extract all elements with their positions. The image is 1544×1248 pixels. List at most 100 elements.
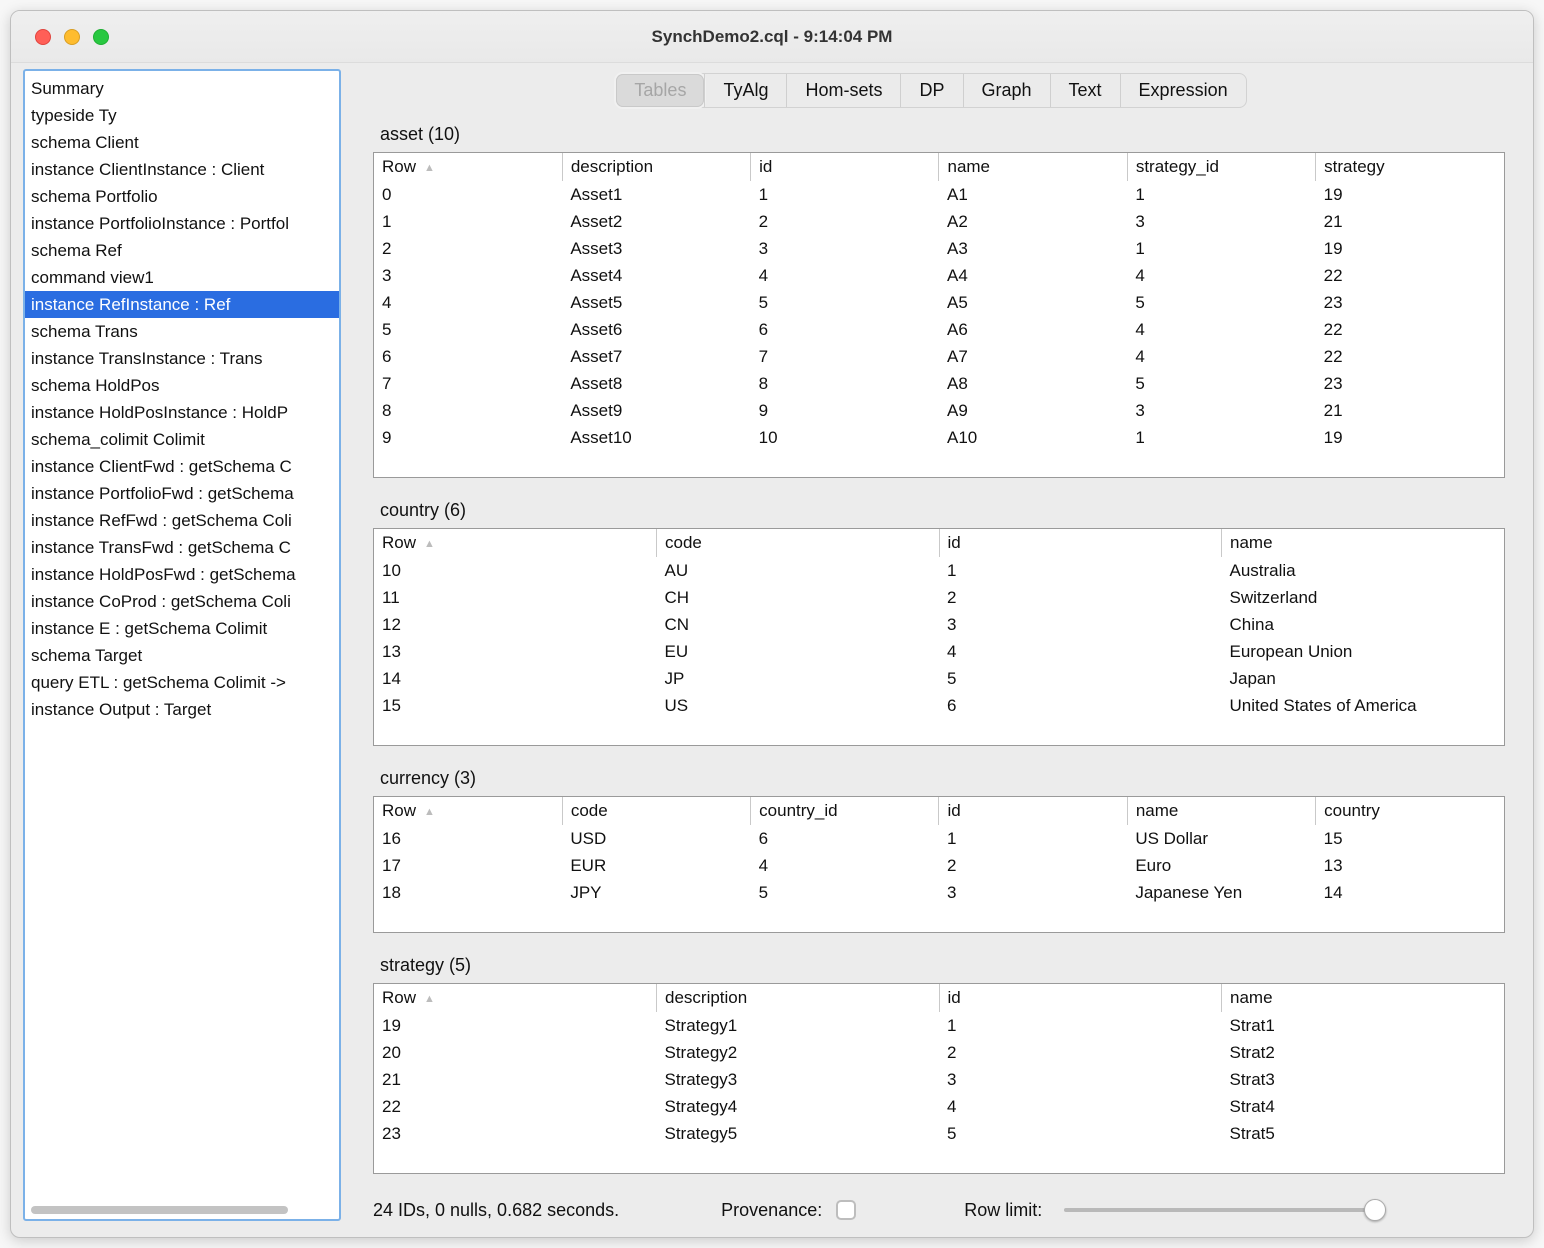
table-cell: 22 [1323, 265, 1343, 285]
table-cell: 8 [758, 373, 769, 393]
column-header[interactable]: country_id [750, 797, 939, 825]
table-cell: Asset7 [570, 346, 623, 366]
sidebar-item[interactable]: instance PortfolioFwd : getSchema [25, 480, 339, 507]
table-row[interactable]: 16 USD 6 1 US Dollar 15 [374, 825, 1504, 852]
column-header[interactable]: Row ▲ [374, 529, 657, 557]
table-cell: 7 [758, 346, 769, 366]
row-limit-slider[interactable] [1064, 1198, 1387, 1222]
column-header[interactable]: strategy_id [1126, 153, 1316, 181]
sidebar-item[interactable]: instance HoldPosFwd : getSchema [25, 561, 339, 588]
sidebar-item-selected[interactable]: instance RefInstance : Ref [25, 291, 339, 318]
tab-graph[interactable]: Graph [962, 74, 1050, 107]
sidebar-item[interactable]: instance ClientInstance : Client [25, 156, 339, 183]
column-header[interactable]: Row ▲ [374, 153, 562, 181]
provenance-checkbox[interactable] [836, 1200, 857, 1220]
table-cell: Strat4 [1229, 1096, 1275, 1116]
column-header[interactable]: country [1315, 797, 1504, 825]
sidebar-item[interactable]: command view1 [25, 264, 339, 291]
slider-thumb[interactable] [1364, 1199, 1387, 1221]
sidebar-item[interactable]: schema Portfolio [25, 183, 339, 210]
table-cell: 3 [1135, 400, 1145, 420]
sidebar-item[interactable]: schema HoldPos [25, 372, 339, 399]
column-header[interactable]: Row ▲ [374, 797, 562, 825]
table-cell: JPY [570, 882, 602, 902]
sidebar-item[interactable]: query ETL : getSchema Colimit -> [25, 669, 339, 696]
sidebar-item[interactable]: instance RefFwd : getSchema Coli [25, 507, 339, 534]
table-row[interactable]: 14 JP 5 Japan [374, 665, 1504, 692]
column-header[interactable]: code [656, 529, 939, 557]
table-row[interactable]: 11 CH 2 Switzerland [374, 584, 1504, 611]
column-header[interactable]: id [938, 529, 1222, 557]
table-row[interactable]: 12 CN 3 China [374, 611, 1504, 638]
table-row[interactable]: 1 Asset2 2 A2 3 21 [374, 208, 1504, 235]
tab-expression[interactable]: Expression [1119, 74, 1246, 107]
table-cell: AU [664, 560, 689, 580]
table-cell: 9 [758, 400, 769, 420]
sidebar-item[interactable]: instance Output : Target [25, 696, 339, 723]
column-header-label: country [1324, 801, 1380, 820]
table-row[interactable]: 22 Strategy4 4 Strat4 [374, 1093, 1504, 1120]
status-summary: 24 IDs, 0 nulls, 0.682 seconds. [373, 1199, 620, 1220]
table-row[interactable]: 0 Asset1 1 A1 1 19 [374, 181, 1504, 208]
table-row[interactable]: 20 Strategy2 2 Strat2 [374, 1039, 1504, 1066]
table-row[interactable]: 19 Strategy1 1 Strat1 [374, 1012, 1504, 1039]
sidebar-item[interactable]: typeside Ty [25, 102, 339, 129]
tab-dp[interactable]: DP [900, 74, 962, 107]
sidebar-item[interactable]: schema Client [25, 129, 339, 156]
column-header[interactable]: id [750, 153, 939, 181]
tab-tyalg[interactable]: TyAlg [704, 74, 786, 107]
column-header[interactable]: name [1126, 797, 1316, 825]
tab-tables[interactable]: Tables [616, 74, 705, 107]
table-row[interactable]: 13 EU 4 European Union [374, 638, 1504, 665]
table-row[interactable]: 5 Asset6 6 A6 4 22 [374, 316, 1504, 343]
tab-text[interactable]: Text [1049, 74, 1120, 107]
zoom-button[interactable] [93, 28, 109, 45]
column-header[interactable]: strategy [1315, 153, 1504, 181]
table-row[interactable]: 21 Strategy3 3 Strat3 [374, 1066, 1504, 1093]
column-header[interactable]: name [938, 153, 1128, 181]
column-header[interactable]: id [938, 797, 1128, 825]
table-row[interactable]: 2 Asset3 3 A3 1 19 [374, 235, 1504, 262]
sidebar-item[interactable]: instance PortfolioInstance : Portfol [25, 210, 339, 237]
table-row[interactable]: 17 EUR 4 2 Euro 13 [374, 852, 1504, 879]
table-row[interactable]: 9 Asset10 10 A10 1 19 [374, 424, 1504, 451]
sidebar-item[interactable]: schema Trans [25, 318, 339, 345]
table-section: country (6) Row ▲ code id name 10 AU 1 Australia 1… [373, 500, 1505, 746]
sidebar-item[interactable]: schema_colimit Colimit [25, 426, 339, 453]
tab-hom-sets[interactable]: Hom-sets [786, 74, 900, 107]
table-row[interactable]: 10 AU 1 Australia [374, 557, 1504, 584]
column-header[interactable]: description [656, 984, 939, 1012]
sidebar-item[interactable]: instance ClientFwd : getSchema C [25, 453, 339, 480]
table-cell: 21 [1323, 211, 1343, 231]
sidebar-item[interactable]: schema Target [25, 642, 339, 669]
column-header[interactable]: id [938, 984, 1222, 1012]
sidebar-item[interactable]: Summary [25, 75, 339, 102]
column-header-label: Row [382, 801, 417, 820]
column-header[interactable]: description [561, 153, 751, 181]
sidebar-item[interactable]: instance E : getSchema Colimit [25, 615, 339, 642]
sidebar-horizontal-scrollbar[interactable] [31, 1206, 289, 1214]
table-row[interactable]: 3 Asset4 4 A4 4 22 [374, 262, 1504, 289]
sidebar-item[interactable]: instance TransInstance : Trans [25, 345, 339, 372]
table-row[interactable]: 8 Asset9 9 A9 3 21 [374, 397, 1504, 424]
table-row[interactable]: 15 US 6 United States of America [374, 692, 1504, 719]
sidebar-item[interactable]: instance TransFwd : getSchema C [25, 534, 339, 561]
sidebar-item[interactable]: instance CoProd : getSchema Coli [25, 588, 339, 615]
slider-track[interactable] [1064, 1208, 1387, 1212]
column-header[interactable]: Row ▲ [374, 984, 657, 1012]
column-header[interactable]: name [1221, 984, 1504, 1012]
close-button[interactable] [35, 28, 51, 45]
table-cell: 4 [1135, 346, 1145, 366]
table-row[interactable]: 7 Asset8 8 A8 5 23 [374, 370, 1504, 397]
table-row[interactable]: 18 JPY 5 3 Japanese Yen 14 [374, 879, 1504, 906]
column-header[interactable]: name [1221, 529, 1504, 557]
table-row[interactable]: 4 Asset5 5 A5 5 23 [374, 289, 1504, 316]
table-row[interactable]: 23 Strategy5 5 Strat5 [374, 1120, 1504, 1147]
table-row[interactable]: 6 Asset7 7 A7 4 22 [374, 343, 1504, 370]
minimize-button[interactable] [64, 28, 80, 45]
sidebar-item[interactable]: instance HoldPosInstance : HoldP [25, 399, 339, 426]
table-cell: 19 [382, 1015, 401, 1035]
table-cell: 2 [947, 587, 957, 607]
sidebar-item[interactable]: schema Ref [25, 237, 339, 264]
column-header[interactable]: code [561, 797, 751, 825]
